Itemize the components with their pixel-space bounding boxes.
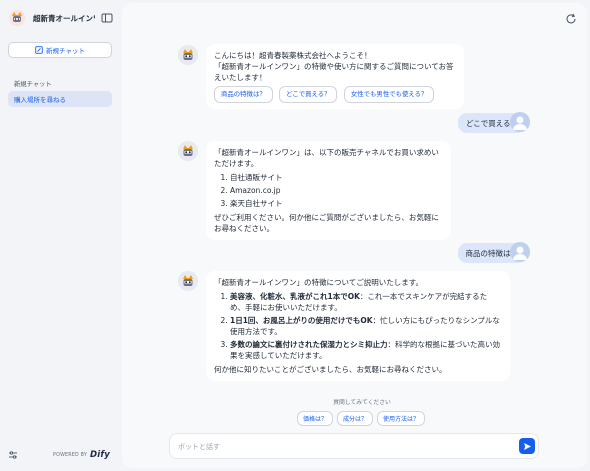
bot-message: こんにちは！超青春製薬株式会社へようこそ！ 「超新青オールインワン」の特徴や使い…: [206, 44, 464, 109]
suggestion-chip[interactable]: どこで買える？: [279, 86, 338, 103]
new-chat-label: 新規チャット: [46, 47, 85, 55]
message-list: 自社通販サイト Amazon.co.jp 楽天自社サイト: [230, 172, 443, 209]
chat-panel: こんにちは！超青春製薬株式会社へようこそ！ 「超新青オールインワン」の特徴や使い…: [122, 3, 587, 468]
send-button[interactable]: [519, 438, 535, 454]
user-avatar: [510, 242, 530, 262]
bot-avatar: [178, 141, 198, 161]
list-item: 多数の論文に裏付けされた保湿力とシミ抑止力：科学的な根拠に基づいた高い効果を実感…: [230, 339, 502, 361]
powered-by: POWERED BY Dify: [53, 450, 110, 460]
list-item: 楽天自社サイト: [230, 198, 443, 209]
suggestion-chip[interactable]: 成分は？: [337, 411, 374, 426]
suggestion-chip[interactable]: 使用方法は？: [377, 411, 426, 426]
suggestion-chip[interactable]: 商品の特徴は？: [214, 86, 273, 103]
message-text: 何か他に知りたいことがございましたら、お気軽にお尋ねください。: [214, 365, 447, 374]
chat-input-box: [169, 433, 539, 459]
list-item-bold: 多数の論文に裏付けされた保湿力とシミ抑止力: [230, 340, 388, 349]
list-item: 自社通販サイト: [230, 172, 443, 183]
message-text: 「超新青オールインワン」の特徴についてご説明いたします。: [214, 278, 424, 287]
edit-icon: [35, 46, 43, 54]
message-text: 「超新青オールインワン」の特徴や使い方に関するご質問についてお答えいたします！: [214, 62, 454, 82]
message-text: ぜひご利用ください。何か他にご質問がございましたら、お気軽にお尋ねください。: [214, 213, 439, 233]
send-icon: [523, 442, 531, 450]
sidebar: 超新青オールインワ... 新規チャット 新規チャット 購入場所を尋ねる POWE…: [0, 0, 122, 471]
sidebar-footer: POWERED BY Dify: [8, 448, 112, 462]
conversation-section-label: 新規チャット: [14, 81, 52, 88]
list-item: 1日1回、お風呂上がりの使用だけでもOK：忙しい方にもぴったりなシンプルな使用方…: [230, 315, 502, 337]
sidebar-item-conversation[interactable]: 購入場所を尋ねる: [8, 91, 112, 107]
sidebar-toggle-icon[interactable]: [101, 12, 113, 24]
suggested-questions-label: 質問してみてください: [333, 400, 391, 406]
message-text: こんにちは！超青春製薬株式会社へようこそ！: [214, 51, 372, 60]
refresh-icon[interactable]: [565, 13, 577, 25]
bot-message: 「超新青オールインワン」の特徴についてご説明いたします。 美容液、化粧水、乳液が…: [206, 271, 510, 381]
bot-avatar: [178, 45, 198, 65]
list-item-bold: 美容液、化粧水、乳液がこれ1本でOK: [230, 292, 360, 301]
message-list: 美容液、化粧水、乳液がこれ1本でOK：これ一本でスキンケアが完結するため、手軽に…: [230, 291, 502, 361]
bot-avatar: [178, 271, 198, 291]
suggestion-list: 商品の特徴は？ どこで買える？ 女性でも男性でも使える？: [214, 86, 456, 103]
dify-logo: Dify: [89, 450, 110, 460]
new-chat-button[interactable]: 新規チャット: [8, 42, 112, 58]
suggestion-chip[interactable]: 女性でも男性でも使える？: [343, 86, 435, 103]
conversation-label: 購入場所を尋ねる: [14, 96, 66, 104]
chat-input[interactable]: [178, 440, 498, 454]
suggestion-chip[interactable]: 価格は？: [297, 411, 334, 426]
powered-by-label: POWERED BY: [53, 452, 87, 458]
app-name: 超新青オールインワ...: [33, 13, 95, 23]
user-avatar: [510, 112, 530, 132]
app-logo-icon: [9, 10, 25, 26]
app-brand: 超新青オールインワ...: [9, 9, 115, 27]
list-item: 美容液、化粧水、乳液がこれ1本でOK：これ一本でスキンケアが完結するため、手軽に…: [230, 291, 502, 313]
list-item: Amazon.co.jp: [230, 185, 443, 196]
suggested-questions: 価格は？ 成分は？ 使用方法は？: [297, 411, 426, 426]
app-window: 超新青オールインワ... 新規チャット 新規チャット 購入場所を尋ねる POWE…: [0, 0, 590, 471]
settings-icon[interactable]: [8, 450, 18, 460]
message-text: 「超新青オールインワン」は、以下の販売チャネルでお買い求めいただけます。: [214, 148, 439, 168]
list-item-bold: 1日1回、お風呂上がりの使用だけでもOK: [230, 316, 373, 325]
bot-message: 「超新青オールインワン」は、以下の販売チャネルでお買い求めいただけます。 自社通…: [206, 141, 451, 240]
